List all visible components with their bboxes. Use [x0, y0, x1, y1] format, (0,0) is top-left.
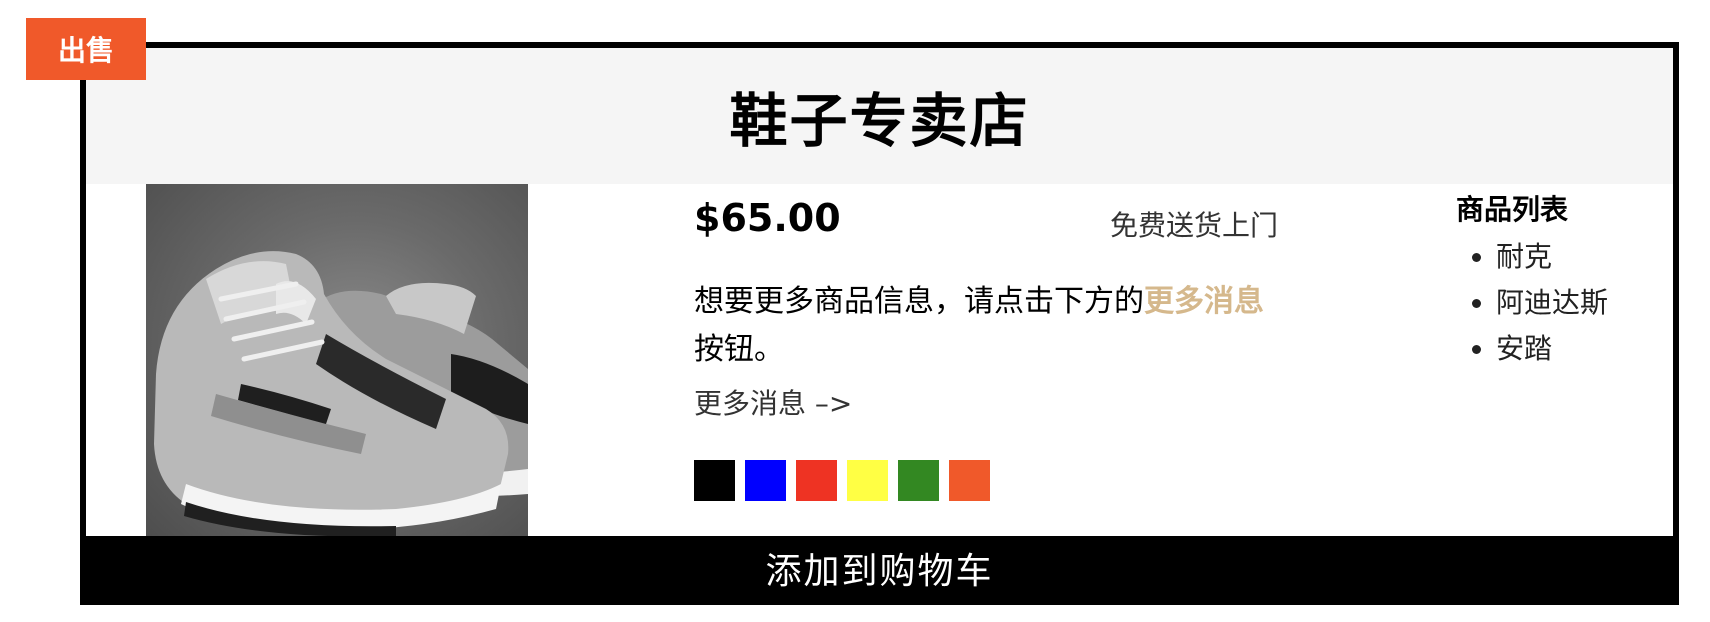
color-swatch-blue[interactable] — [745, 460, 786, 501]
product-card: 鞋子专卖店 $65.00 免费送货上门 想要更多商品信息，请点击下方的更多消息按… — [80, 42, 1679, 605]
color-swatch-black[interactable] — [694, 460, 735, 501]
sale-badge: 出售 — [26, 18, 146, 80]
description-text: 想要更多商品信息，请点击下方的 — [694, 284, 1144, 319]
description-highlight: 更多消息 — [1144, 284, 1264, 319]
color-swatches — [694, 460, 990, 501]
product-list: 商品列表 耐克 阿迪达斯 安踏 — [1456, 188, 1656, 372]
more-info-link[interactable]: 更多消息 –> — [694, 382, 852, 422]
product-price: $65.00 — [694, 196, 841, 240]
store-title: 鞋子专卖店 — [729, 87, 1030, 155]
sale-badge-label: 出售 — [57, 34, 114, 67]
shipping-info: 免费送货上门 — [1110, 209, 1279, 242]
brand-list: 耐克 阿迪达斯 安踏 — [1456, 234, 1656, 372]
product-image — [146, 184, 528, 542]
sneaker-illustration — [154, 251, 528, 537]
color-swatch-red[interactable] — [796, 460, 837, 501]
list-item-nike[interactable]: 耐克 — [1496, 234, 1656, 280]
list-item-adidas[interactable]: 阿迪达斯 — [1496, 280, 1656, 326]
product-list-title: 商品列表 — [1456, 193, 1569, 226]
product-description: 想要更多商品信息，请点击下方的更多消息按钮。 — [694, 278, 1274, 374]
color-swatch-green[interactable] — [898, 460, 939, 501]
color-swatch-orange[interactable] — [949, 460, 990, 501]
add-to-cart-button[interactable]: 添加到购物车 — [86, 536, 1673, 599]
list-item-anta[interactable]: 安踏 — [1496, 326, 1656, 372]
description-text-end: 按钮。 — [694, 332, 784, 367]
color-swatch-yellow[interactable] — [847, 460, 888, 501]
store-header: 鞋子专卖店 — [86, 48, 1673, 184]
